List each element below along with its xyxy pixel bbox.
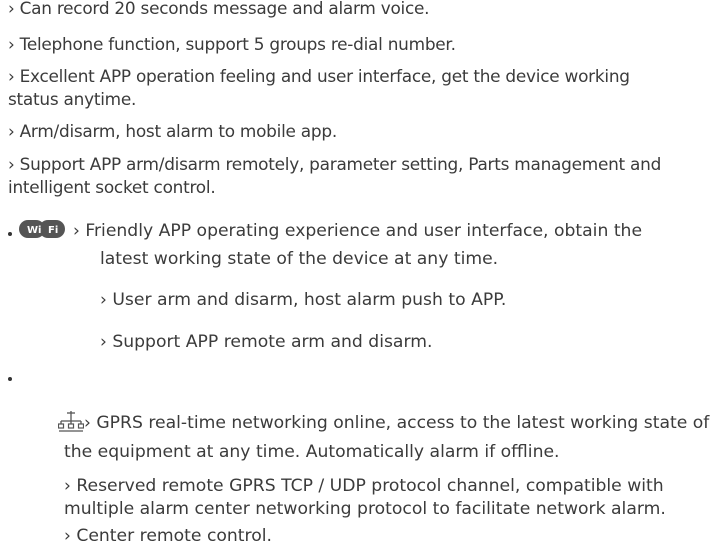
network-icon [58,411,84,432]
wifi-feature-remote-arm: › Support APP remote arm and disarm. [100,332,433,352]
wifi-icon: Wi Fi [19,220,65,238]
feature-arm-disarm: › Arm/disarm, host alarm to mobile app. [8,121,337,141]
gprs-feature-protocol-line2: multiple alarm center networking protoco… [64,499,666,519]
gprs-feature-online-line1: › GPRS real-time networking online, acce… [84,413,710,433]
svg-text:Fi: Fi [48,225,58,236]
feature-remote-line1: › Support APP arm/disarm remotely, param… [8,154,662,174]
wifi-feature-arm-push: › User arm and disarm, host alarm push t… [100,290,507,310]
bullet-point [8,377,12,381]
feature-telephone: › Telephone function, support 5 groups r… [8,34,456,54]
wifi-feature-app-line1: › Friendly APP operating experience and … [73,221,643,241]
gprs-feature-protocol-line1: › Reserved remote GPRS TCP / UDP protoco… [64,476,664,496]
feature-app-ui-line1: › Excellent APP operation feeling and us… [8,66,630,86]
wifi-feature-app-line2: latest working state of the device at an… [100,249,499,269]
svg-text:Wi: Wi [27,225,41,236]
gprs-feature-online-line2: the equipment at any time. Automatically… [64,442,560,462]
feature-remote-line2: intelligent socket control. [8,177,216,197]
feature-app-ui-line2: status anytime. [8,89,137,109]
bullet-point [8,232,12,236]
gprs-feature-center-control: › Center remote control. [64,526,272,546]
feature-record-message: › Can record 20 seconds message and alar… [8,0,430,18]
